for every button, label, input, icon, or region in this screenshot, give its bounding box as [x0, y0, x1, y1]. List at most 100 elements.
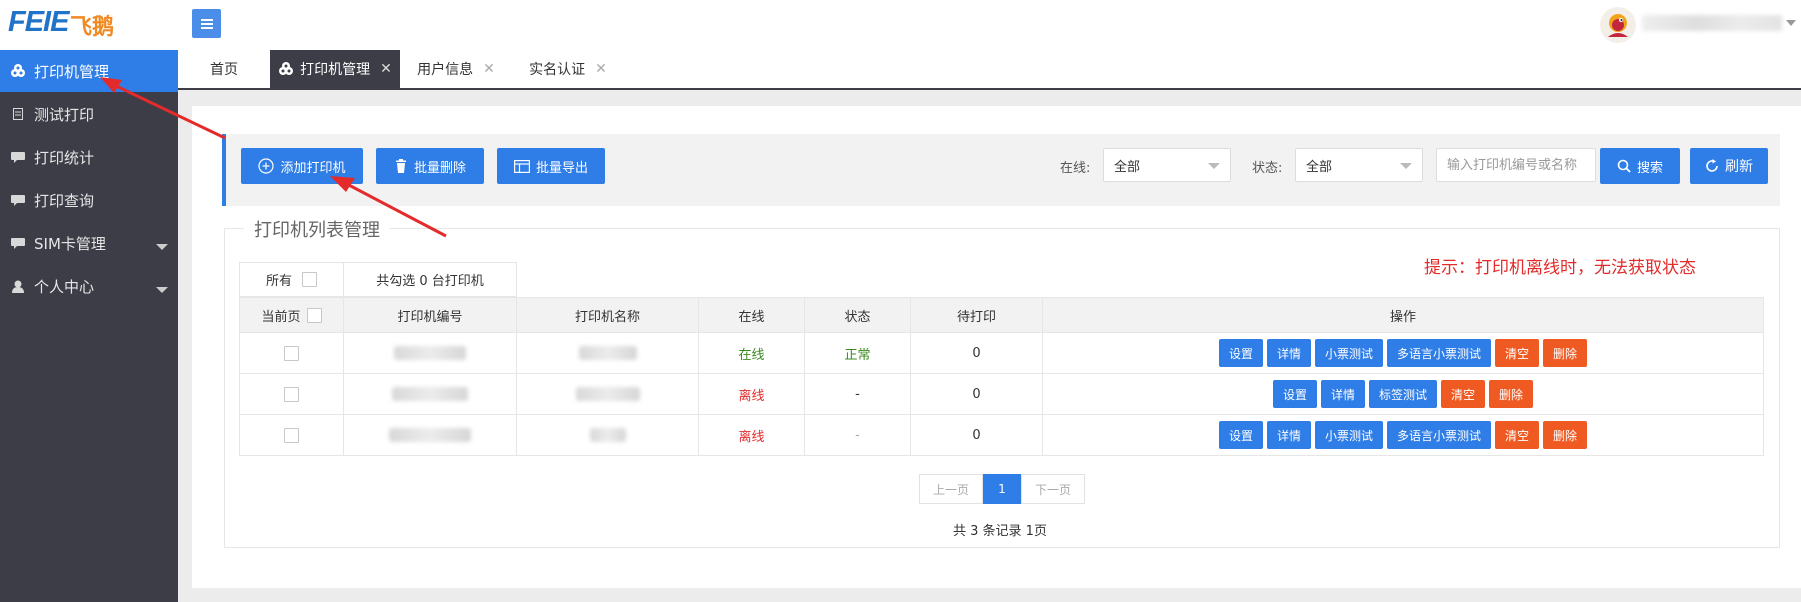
printer-sn-blurred [392, 387, 468, 401]
actions-cell: 设置 详情 标签测试 清空 删除 [1043, 374, 1764, 415]
batch-delete-button[interactable]: 批量删除 [376, 148, 484, 184]
offline-hint: 提示：打印机离线时，无法获取状态 [1424, 258, 1696, 278]
column-header: 状态 [805, 297, 911, 333]
online-cell: 离线 [699, 415, 805, 456]
details-button[interactable]: 详情 [1266, 421, 1311, 449]
actions-cell: 设置 详情 小票测试 多语言小票测试 清空 删除 [1043, 333, 1764, 374]
printer-name-blurred [578, 346, 637, 360]
menu-toggle-button[interactable] [192, 9, 221, 38]
tab-home[interactable]: 首页 [178, 50, 270, 88]
tab-label: 打印机管理 [300, 62, 371, 78]
user-menu-caret-icon[interactable] [1786, 20, 1796, 26]
delete-button[interactable]: 删除 [1543, 421, 1588, 449]
settings-button[interactable]: 设置 [1272, 380, 1317, 408]
pagination-summary: 共 3 条记录 1页 [953, 524, 1047, 539]
search-button[interactable]: 搜索 [1600, 148, 1680, 184]
status-cell: 正常 [805, 333, 911, 374]
details-button[interactable]: 详情 [1320, 380, 1365, 408]
printer-name-blurred [575, 387, 640, 401]
printer-sn-cell [344, 374, 517, 415]
username-blurred[interactable] [1642, 15, 1782, 31]
row-checkbox[interactable] [284, 386, 299, 402]
pending-cell: 0 [911, 374, 1043, 415]
trash-icon [395, 159, 406, 173]
row-checkbox[interactable] [284, 345, 299, 361]
delete-button[interactable]: 删除 [1489, 380, 1534, 408]
add-printer-label: 添加打印机 [280, 160, 346, 176]
row-checkbox[interactable] [284, 427, 299, 443]
search-input[interactable] [1436, 148, 1596, 182]
clear-button[interactable]: 清空 [1495, 339, 1540, 367]
chat-icon [6, 237, 30, 249]
logo[interactable]: FEIE 飞鹅 [8, 4, 120, 44]
table-row [239, 333, 344, 374]
next-page-button[interactable]: 下一页 [1021, 474, 1085, 504]
sidebar-item-print-query[interactable]: 打印查询 [0, 179, 178, 221]
batch-export-label: 批量导出 [535, 160, 588, 176]
online-filter-select[interactable]: 全部 [1103, 148, 1231, 182]
chevron-down-icon [1400, 163, 1412, 169]
sidebar-item-printer-management[interactable]: 打印机管理 [0, 50, 178, 92]
select-all-label: 所有 [265, 274, 292, 289]
printer-sn-cell [344, 333, 517, 374]
current-page-header: 当前页 [239, 297, 344, 333]
table-row [239, 415, 344, 456]
multilang-receipt-test-button[interactable]: 多语言小票测试 [1387, 421, 1492, 449]
sidebar-item-print-stats[interactable]: 打印统计 [0, 136, 178, 178]
sidebar-item-label: 打印统计 [34, 148, 95, 167]
status-filter-label: 状态: [1252, 161, 1283, 176]
sidebar-item-label: 打印机管理 [34, 62, 110, 81]
online-filter-label: 在线: [1060, 161, 1091, 176]
prev-page-button[interactable]: 上一页 [919, 474, 983, 504]
clear-button[interactable]: 清空 [1441, 380, 1486, 408]
printer-list-title: 打印机列表管理 [244, 216, 390, 242]
actions-cell: 设置 详情 小票测试 多语言小票测试 清空 删除 [1043, 415, 1764, 456]
add-printer-button[interactable]: 添加打印机 [241, 148, 363, 184]
tab-printer-management[interactable]: 打印机管理 ✕ [270, 50, 400, 88]
status-filter-select[interactable]: 全部 [1295, 148, 1423, 182]
receipt-test-button[interactable]: 小票测试 [1314, 339, 1383, 367]
sidebar-item-personal-center[interactable]: 个人中心 [0, 265, 178, 307]
page-number-button[interactable]: 1 [983, 474, 1021, 504]
sidebar: 打印机管理 测试打印 打印统计 打印查询 SIM卡管理 个人中心 [0, 50, 178, 602]
close-icon[interactable]: ✕ [595, 61, 607, 77]
delete-button[interactable]: 删除 [1543, 339, 1588, 367]
hamburger-icon [200, 18, 213, 29]
document-icon [6, 108, 30, 120]
select-all-checkbox[interactable] [302, 272, 317, 287]
select-all-cell: 所有 [239, 262, 344, 297]
close-icon[interactable]: ✕ [483, 61, 495, 77]
settings-button[interactable]: 设置 [1218, 421, 1263, 449]
online-filter-value: 全部 [1114, 159, 1141, 175]
printer-sn-blurred [394, 346, 466, 360]
table-icon [513, 159, 530, 173]
tab-label: 用户信息 [417, 62, 474, 78]
current-page-label: 当前页 [261, 309, 301, 325]
clear-button[interactable]: 清空 [1495, 421, 1540, 449]
table-row [239, 374, 344, 415]
sidebar-item-test-print[interactable]: 测试打印 [0, 93, 178, 135]
tab-user-info[interactable]: 用户信息 ✕ [400, 50, 512, 88]
details-button[interactable]: 详情 [1266, 339, 1311, 367]
printer-name-cell [517, 415, 699, 456]
logo-text-en: FEIE [8, 6, 69, 38]
batch-export-button[interactable]: 批量导出 [497, 148, 605, 184]
multilang-receipt-test-button[interactable]: 多语言小票测试 [1387, 339, 1492, 367]
pending-cell: 0 [911, 415, 1043, 456]
plus-circle-icon [258, 158, 275, 174]
receipt-test-button[interactable]: 小票测试 [1314, 421, 1383, 449]
column-header: 在线 [699, 297, 805, 333]
cloud-icon [6, 64, 30, 78]
refresh-button[interactable]: 刷新 [1690, 148, 1768, 184]
chevron-down-icon [156, 287, 168, 293]
settings-button[interactable]: 设置 [1218, 339, 1263, 367]
tab-real-name-auth[interactable]: 实名认证 ✕ [512, 50, 624, 88]
select-page-checkbox[interactable] [306, 307, 322, 323]
online-cell: 在线 [699, 333, 805, 374]
refresh-icon [1706, 159, 1718, 172]
avatar[interactable] [1600, 7, 1636, 43]
close-icon[interactable]: ✕ [380, 61, 392, 77]
printer-sn-cell [344, 415, 517, 456]
label-test-button[interactable]: 标签测试 [1368, 380, 1437, 408]
sidebar-item-sim-management[interactable]: SIM卡管理 [0, 222, 178, 264]
